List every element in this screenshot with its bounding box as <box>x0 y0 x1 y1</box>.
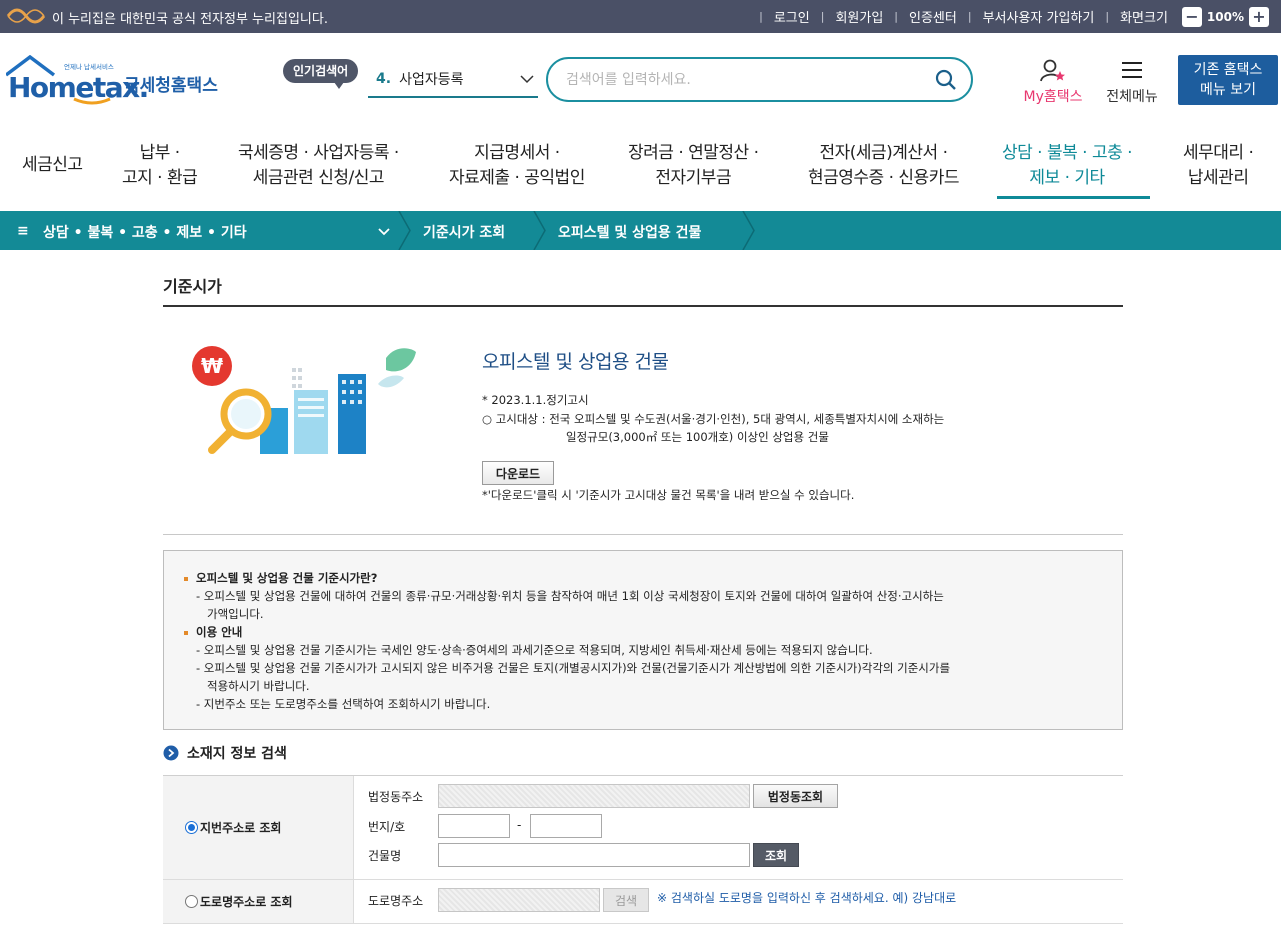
gnb-tax-agent[interactable]: 세무대리 · 납세관리 <box>1183 141 1254 191</box>
road-label: 도로명주소로 조회 <box>200 895 293 909</box>
circle-arrow-icon <box>163 745 179 761</box>
title-divider <box>163 305 1123 307</box>
chevron-down-icon <box>520 75 534 84</box>
info-text: - 오피스텔 및 상업용 건물 기준시가는 국세인 양도·상속·증여세의 과세기… <box>196 643 873 657</box>
breadcrumb-separator-icon <box>742 211 755 250</box>
road-search-note: ※ 검색하실 도로명을 입력하신 후 검색하세요. 예) 강남대로 <box>657 891 957 905</box>
content-divider <box>163 534 1123 535</box>
breadcrumb-separator-icon <box>533 211 546 250</box>
legal-dong-lookup-button[interactable]: 법정동조회 <box>753 784 838 808</box>
breadcrumb-level1[interactable]: 상담 • 불복 • 고충 • 제보 • 기타 <box>43 222 247 242</box>
query-button[interactable]: 조회 <box>753 843 799 867</box>
login-link[interactable]: 로그인 <box>774 7 810 26</box>
screen-size-label: 화면크기 <box>1120 11 1168 26</box>
notice-target: ○ 고시대상 : 전국 오피스텔 및 수도권(서울·경기·인천), 5대 광역시… <box>482 412 945 444</box>
gov-notice: 이 누리집은 대한민국 공식 전자정부 누리집입니다. <box>52 12 328 27</box>
bunji-label: 번지/호 <box>368 820 406 834</box>
gnb-consultation[interactable]: 상담 · 불복 · 고충 · 제보 · 기타 <box>1002 141 1133 191</box>
gnb-e-invoice[interactable]: 전자(세금)계산서 · 현금영수증 · 신용카드 <box>808 141 959 191</box>
breadcrumb-level2[interactable]: 기준시가 조회 <box>423 222 505 242</box>
road-search-row: 도로명주소로 조회 도로명주소 검색 ※ 검색하실 도로명을 입력하신 후 검색… <box>163 880 1123 924</box>
info-text: - 오피스텔 및 상업용 건물에 대하여 건물의 종류·규모·거래상황·위치 등… <box>196 589 944 603</box>
hero-title: 오피스텔 및 상업용 건물 <box>482 351 669 373</box>
section-title: 소재지 정보 검색 <box>163 743 287 763</box>
hamburger-menu-icon <box>1122 62 1142 78</box>
bunji-dash: - <box>517 818 522 832</box>
download-note: *'다운로드'클릭 시 '기준시가 고시대상 물건 목록'을 내려 받으실 수 … <box>482 488 855 502</box>
search-icon[interactable] <box>935 69 957 91</box>
gnb-tax-filing[interactable]: 세금신고 <box>22 153 83 178</box>
my-hometax-link[interactable]: My홈택스 <box>1017 58 1089 106</box>
legal-dong-field <box>438 784 750 808</box>
road-radio[interactable] <box>185 895 198 908</box>
gnb-payment[interactable]: 납부 · 고지 · 환급 <box>122 141 198 191</box>
road-option[interactable]: 도로명주소로 조회 <box>163 880 354 923</box>
bunji-main-input[interactable] <box>438 814 510 838</box>
jibun-label: 지번주소로 조회 <box>200 821 282 835</box>
info-text: - 지번주소 또는 도로명주소를 선택하여 조회하시기 바랍니다. <box>196 697 491 711</box>
gnb-incentive[interactable]: 장려금 · 연말정산 · 전자기부금 <box>628 141 759 191</box>
info-text: 가액입니다. <box>207 607 264 621</box>
download-button[interactable]: 다운로드 <box>482 461 554 485</box>
building-name-input[interactable] <box>438 843 750 867</box>
breadcrumb-menu-icon[interactable]: ≡ <box>17 223 29 239</box>
logo-small-text: 언제나 납세서비스 <box>64 62 114 71</box>
department-user-signup-link[interactable]: 부서사용자 가입하기 <box>983 7 1095 26</box>
certificate-center-link[interactable]: 인증센터 <box>909 7 957 26</box>
road-search-button[interactable]: 검색 <box>603 888 649 912</box>
jibun-search-row: 지번주소로 조회 법정동주소 법정동조회 번지/호 - 건물명 조회 <box>163 776 1123 880</box>
jibun-option[interactable]: 지번주소로 조회 <box>163 776 354 879</box>
gnb-payment-statement[interactable]: 지급명세서 · 자료제출 · 공익법인 <box>449 141 585 191</box>
all-menu-button[interactable]: 전체메뉴 <box>1100 58 1164 106</box>
chevron-down-icon[interactable] <box>377 224 391 238</box>
zoom-in-button[interactable]: + <box>1249 6 1269 27</box>
gov-emblem-icon <box>6 8 46 24</box>
popular-search-badge: 인기검색어 <box>283 59 359 89</box>
legal-dong-label: 법정동주소 <box>368 790 424 804</box>
info-heading: 오피스텔 및 상업용 건물 기준시가란? <box>184 569 1122 587</box>
page-title: 기준시가 <box>163 277 222 296</box>
all-menu-label: 전체메뉴 <box>1106 89 1158 105</box>
svg-text:₩: ₩ <box>201 354 223 378</box>
utility-links: | 로그인 | 회원가입 | 인증센터 | 부서사용자 가입하기 | 화면크기 … <box>748 0 1269 33</box>
search-box <box>546 57 973 102</box>
jibun-radio[interactable] <box>185 821 198 834</box>
search-input[interactable] <box>566 69 926 91</box>
breadcrumb: ≡ 상담 • 불복 • 고충 • 제보 • 기타 기준시가 조회 오피스텔 및 … <box>0 211 1281 250</box>
road-address-field <box>438 888 600 912</box>
location-search-form: 지번주소로 조회 법정동주소 법정동조회 번지/호 - 건물명 조회 도로명주소… <box>163 775 1123 924</box>
legacy-hometax-button[interactable]: 기존 홈택스 메뉴 보기 <box>1178 55 1278 105</box>
popular-term: 사업자등록 <box>399 72 464 88</box>
signup-link[interactable]: 회원가입 <box>835 7 883 26</box>
popular-search-select[interactable]: 4. 사업자등록 <box>368 62 538 98</box>
info-box: 오피스텔 및 상업용 건물 기준시가란? - 오피스텔 및 상업용 건물에 대하… <box>163 550 1123 730</box>
popular-rank: 4. <box>376 71 392 87</box>
building-name-label: 건물명 <box>368 849 402 863</box>
bunji-sub-input[interactable] <box>530 814 602 838</box>
road-address-label: 도로명주소 <box>368 894 424 908</box>
breadcrumb-separator-icon <box>398 211 411 250</box>
logo-sub-text: 국세청홈택스 <box>124 75 218 96</box>
gov-bar: 이 누리집은 대한민국 공식 전자정부 누리집입니다. | 로그인 | 회원가입… <box>0 0 1281 33</box>
info-text: 적용하시기 바랍니다. <box>207 679 310 693</box>
hometax-logo[interactable]: 언제나 납세서비스 Hometax. 국세청홈택스 <box>6 55 236 107</box>
breadcrumb-level3[interactable]: 오피스텔 및 상업용 건물 <box>558 222 701 242</box>
zoom-out-button[interactable]: − <box>1181 6 1202 27</box>
zoom-level: 100% <box>1206 9 1244 24</box>
gnb-active-indicator <box>997 196 1150 199</box>
notice-date: * 2023.1.1.정기고시 <box>482 393 589 407</box>
gnb-certificate[interactable]: 국세증명 · 사업자등록 · 세금관련 신청/신고 <box>238 141 399 191</box>
building-magnifier-illustration: ₩ <box>192 346 416 454</box>
info-text: - 오피스텔 및 상업용 건물 기준시가가 고시되지 않은 비주거용 건물은 토… <box>196 661 951 675</box>
my-hometax-label: My홈택스 <box>1023 89 1083 105</box>
user-icon <box>1040 59 1065 82</box>
info-heading: 이용 안내 <box>184 623 1122 641</box>
